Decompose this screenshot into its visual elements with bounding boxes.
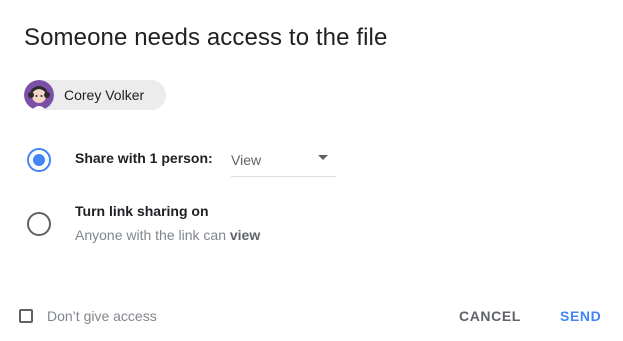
permission-dropdown[interactable]: View <box>231 141 336 177</box>
avatar-icon <box>24 80 54 110</box>
link-sharing-permission: view <box>229 227 261 243</box>
cancel-button[interactable]: CANCEL <box>459 308 521 324</box>
share-access-dialog: Someone needs access to the file Corey V… <box>0 0 623 341</box>
share-with-person-label: Share with 1 person: <box>75 150 213 166</box>
link-sharing-description-prefix: Anyone with the link can <box>75 227 230 243</box>
share-with-person-radio[interactable] <box>26 147 52 173</box>
send-button[interactable]: SEND <box>560 308 601 324</box>
dont-give-access-checkbox[interactable] <box>19 309 33 323</box>
requester-chip[interactable]: Corey Volker <box>24 80 166 110</box>
avatar <box>24 80 54 110</box>
link-sharing-label: Turn link sharing on <box>75 203 209 219</box>
dialog-title: Someone needs access to the file <box>24 24 388 51</box>
dont-give-access-label[interactable]: Don’t give access <box>47 308 157 324</box>
dropdown-arrow-icon <box>318 155 328 160</box>
requester-name: Corey Volker <box>64 87 145 103</box>
permission-value: View <box>231 151 262 168</box>
link-sharing-description: Anyone with the link can view <box>75 227 260 243</box>
link-sharing-radio[interactable] <box>26 211 52 237</box>
